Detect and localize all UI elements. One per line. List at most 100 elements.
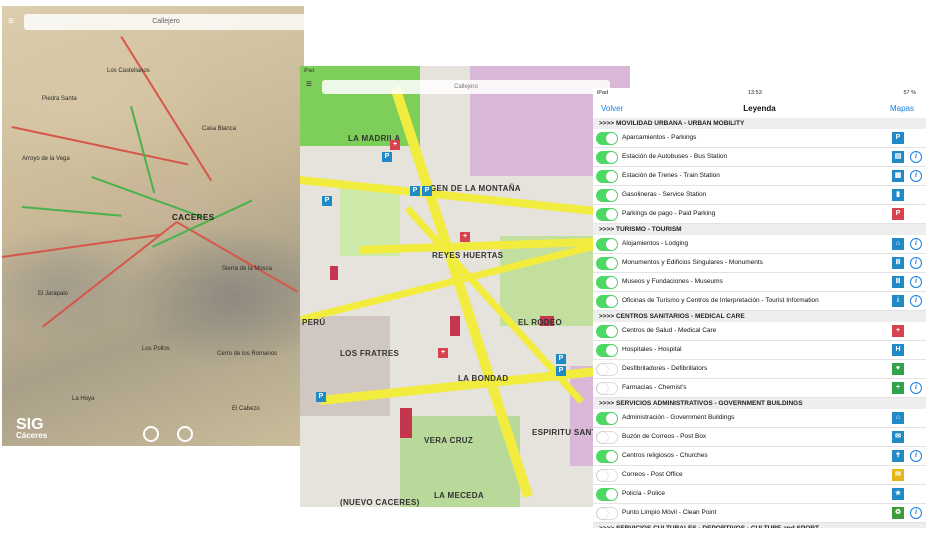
legend-row[interactable]: Gasolineras - Service Station ▮ [593,186,926,205]
neighborhood-label: LA BONDAD [458,374,509,383]
layer-toggle[interactable] [596,238,618,251]
legend-row[interactable]: Oficinas de Turismo y Centros de Interpr… [593,292,926,311]
layer-toggle[interactable] [596,189,618,202]
street-map-screen[interactable]: iPad ≡ Callejero LA MADRILA GEN DE LA MO… [300,66,630,507]
legend-row[interactable]: Correos - Post Office ✉ [593,466,926,485]
info-icon[interactable]: i [910,382,922,394]
page-title: Leyenda [743,104,776,113]
info-icon[interactable]: i [910,170,922,182]
legend-row-label: Correos - Post Office [622,471,683,478]
government-icon: ⌂ [892,412,904,424]
legend-row-label: Aparcamientos - Parkings [622,134,697,141]
legend-row-label: Administración - Government Buildings [622,414,735,421]
legend-row[interactable]: Monumentos y Edificios Singulares - Monu… [593,254,926,273]
legend-row[interactable]: Farmacias - Chemist's + i [593,379,926,398]
info-icon[interactable]: i [910,151,922,163]
menu-icon[interactable]: ≡ [306,79,312,90]
medical-marker[interactable]: + [438,348,448,358]
legend-row[interactable]: Museos y Fundaciones - Museums Ⅲi [593,273,926,292]
legend-row[interactable]: Desfibriladores - Defibrillators ♥ [593,360,926,379]
parking-marker[interactable]: P [316,392,326,402]
legend-row-label: Centros de Salud - Medical Care [622,327,717,334]
layer-toggle[interactable] [596,208,618,221]
layer-toggle[interactable] [596,363,618,376]
info-icon[interactable]: i [910,238,922,250]
legend-row[interactable]: Estación de Trenes - Train Station ▦ i [593,167,926,186]
maps-button[interactable]: Mapas [890,104,914,113]
search-bar[interactable]: Callejero [24,14,304,30]
info-icon[interactable]: i [910,257,922,269]
neighborhood-label: VERA CRUZ [424,436,474,445]
layer-toggle[interactable] [596,488,618,501]
status-bar: iPad [300,66,630,76]
place-label: La Hoya [72,396,95,402]
medical-cross-icon: + [892,325,904,337]
medical-marker[interactable]: + [460,232,470,242]
layer-toggle[interactable] [596,257,618,270]
parking-marker[interactable]: P [556,354,566,364]
medical-marker[interactable]: + [390,140,400,150]
defibrillator-icon: ♥ [892,363,904,375]
legend-row[interactable]: Centros de Salud - Medical Care + [593,322,926,341]
layer-toggle[interactable] [596,132,618,145]
layer-toggle[interactable] [596,151,618,164]
legend-screen: iPad 13:53 57 % Volver Leyenda Mapas >>>… [593,88,926,528]
legend-row[interactable]: Buzón de Correos - Post Box ✉ [593,428,926,447]
road-line [176,221,299,293]
location-icon[interactable] [143,426,159,442]
place-label: Sierra de la Mosca [222,266,273,272]
info-icon[interactable]: i [910,507,922,519]
layer-toggle[interactable] [596,276,618,289]
navigation-bar: Volver Leyenda Mapas [593,100,926,119]
place-label: Los Pollos [142,346,170,352]
legend-row[interactable]: Punto Limpio Móvil - Clean Point ♻ i [593,504,926,523]
place-label: Piedra Santa [42,96,77,102]
legend-row[interactable]: Policía - Police ★ [593,485,926,504]
layers-icon[interactable] [177,426,193,442]
hospital-icon: H [892,344,904,356]
layer-toggle[interactable] [596,382,618,395]
legend-row[interactable]: Centros religiosos - Churches ✝ i [593,447,926,466]
legend-row[interactable]: Administración - Government Buildings ⌂ [593,409,926,428]
topographic-map-screen[interactable]: ≡ Callejero Piedra Santa Los Castellanos… [2,6,304,446]
pharmacy-icon: + [892,382,904,394]
layer-toggle[interactable] [596,450,618,463]
parking-marker[interactable]: P [422,186,432,196]
legend-row[interactable]: Alojamientos - Lodging ⌂ i [593,235,926,254]
fuel-icon: ▮ [892,189,904,201]
neighborhood-label: REYES HUERTAS [432,251,504,260]
layer-toggle[interactable] [596,295,618,308]
legend-row[interactable]: Parkings de pago - Paid Parking P [593,205,926,224]
neighborhood-label: GEN DE LA MONTAÑA [430,184,521,193]
info-icon[interactable]: i [910,450,922,462]
legend-row-label: Desfibriladores - Defibrillators [622,365,708,372]
layer-toggle[interactable] [596,344,618,357]
layer-toggle[interactable] [596,325,618,338]
legend-row-label: Museos y Fundaciones - Museums [622,278,723,285]
parking-marker[interactable]: P [322,196,332,206]
info-icon[interactable]: i [910,295,922,307]
parking-marker[interactable]: P [382,152,392,162]
parking-marker[interactable]: P [410,186,420,196]
legend-row-label: Farmacias - Chemist's [622,384,687,391]
status-time: 13:53 [748,90,762,96]
layer-toggle[interactable] [596,170,618,183]
info-icon[interactable]: i [910,276,922,288]
layer-toggle[interactable] [596,469,618,482]
legend-row-label: Oficinas de Turismo y Centros de Interpr… [622,297,819,304]
legend-row-label: Hospitales - Hospital [622,346,682,353]
menu-icon[interactable]: ≡ [8,16,18,27]
legend-row-label: Buzón de Correos - Post Box [622,433,707,440]
parking-marker[interactable]: P [556,366,566,376]
legend-row[interactable]: Estación de Autobuses - Bus Station ▤ i [593,148,926,167]
place-label: Arroyo de la Vega [22,156,70,162]
place-label: Los Castellanos [107,68,150,74]
legend-row[interactable]: Aparcamientos - Parkings P [593,129,926,148]
layer-toggle[interactable] [596,412,618,425]
layer-toggle[interactable] [596,507,618,520]
legend-row[interactable]: Hospitales - Hospital H [593,341,926,360]
tourist-info-icon: i [892,295,904,307]
place-label: El Jarapalo [38,291,69,297]
search-bar[interactable]: Callejero [322,80,610,94]
layer-toggle[interactable] [596,431,618,444]
